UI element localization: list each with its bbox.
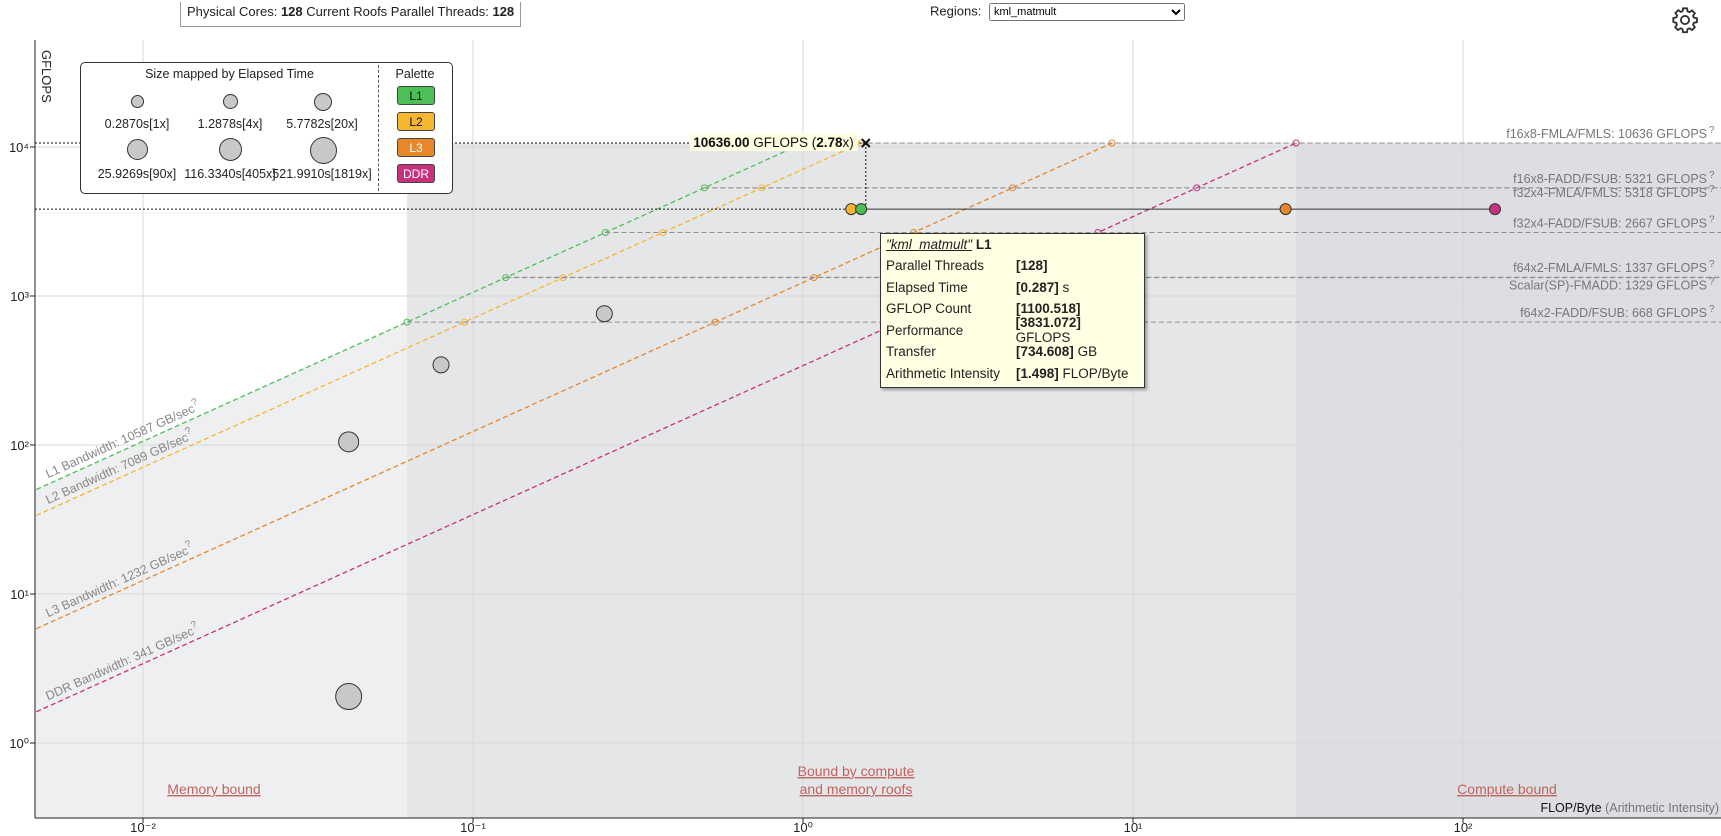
regions-label: Regions: [930,3,982,19]
palette-l2[interactable]: L2 [397,112,435,131]
tooltip-row: Performance [3831.072] GFLOPS [886,315,1139,346]
tooltip-header: "kml_matmult" L1 [886,237,1139,252]
tooltip-value: [1100.518] [1016,301,1081,317]
compute-roof-help-icon: ? [1709,277,1715,288]
compute-roof-help-icon: ? [1709,170,1715,181]
size-circle-1819x [310,137,337,164]
cores-info: Physical Cores: 128 Current Roofs Parall… [180,2,522,27]
size-label-4x: 1.2878s[4x] [197,117,263,131]
legend-divider [378,65,379,191]
tooltip-unit: GB [1077,344,1098,360]
tooltip-key: Transfer [886,344,936,360]
legend-title: Size mapped by Elapsed Time [145,67,314,81]
loop-point[interactable] [432,356,450,374]
tooltip-value: [1.498] [1016,365,1059,381]
shade-compute-region [1296,143,1721,818]
tooltip-unit: s [1062,279,1070,295]
peak-ratio-suffix: x) [843,135,854,150]
peak-label: 10636.00 GFLOPS (2.78x) [693,135,854,150]
compute-roof-help-icon: ? [1709,125,1715,136]
compute-roof-label: f64x2-FMLA/FMLS: 1337 GFLOPS [1513,261,1707,275]
tooltip-value: [734.608] [1016,344,1074,360]
compute-roof-label: f16x8-FMLA/FMLS: 10636 GFLOPS [1506,127,1707,141]
y-tick-label: 10⁰ [9,736,29,751]
peak-unit: GFLOPS ( [750,135,817,150]
compute-roof-help-icon: ? [1709,259,1715,270]
selected-point-l2[interactable] [845,203,858,216]
regions-control: Regions: kml_matmult [930,3,1185,21]
tooltip-unit: FLOP/Byte [1062,365,1129,381]
tooltip-region-name: "kml_matmult" [886,237,973,252]
size-label-1819x: 521.9910s[1819x] [272,167,372,181]
x-axis-label: FLOP/Byte (Arithmetic Intensity) [1540,801,1719,815]
compute-roof-label: f32x4-FMLA/FMLS: 5318 GFLOPS [1513,186,1707,200]
y-tick-label: 10³ [10,289,29,304]
tooltip-value: [0.287] [1016,279,1059,295]
size-label-1x: 0.2870s[1x] [104,117,170,131]
loop-point[interactable] [338,431,360,453]
cores-label: Physical Cores: [187,4,278,19]
x-tick-label: 10⁻² [130,820,156,835]
x-tick-label: 10⁰ [793,820,813,835]
tooltip-row: Arithmetic Intensity [1.498] FLOP/Byte [886,363,1139,385]
tooltip-key: Arithmetic Intensity [886,365,1001,381]
regions-select[interactable]: kml_matmult [988,3,1185,21]
palette-l1[interactable]: L1 [397,86,435,105]
tooltip-row: Parallel Threads [128] [886,255,1139,277]
tooltip-level: L1 [975,237,992,252]
memory-bound-label: Memory bound [167,781,260,797]
compute-memory-bound-label: Bound by compute [798,763,915,779]
tooltip-key: GFLOP Count [886,301,972,317]
x-tick-label: 10¹ [1124,820,1143,835]
tooltip-value: [3831.072] [1015,315,1081,331]
size-legend: Size mapped by Elapsed Time Palette 0.28… [80,62,453,194]
compute-roof-help-icon: ? [1709,184,1715,195]
peak-value: 10636.00 [693,135,749,150]
y-tick-label: 10¹ [10,587,29,602]
y-tick-label: 10² [10,438,29,453]
palette-title: Palette [395,67,435,81]
tooltip-key: Parallel Threads [886,258,985,274]
compute-roof-label: f64x2-FADD/FSUB: 668 GFLOPS [1520,306,1707,320]
loop-point[interactable] [335,683,363,711]
size-circle-1x [131,95,144,108]
compute-roof-help-icon: ? [1709,215,1715,226]
tooltip-key: Elapsed Time [886,279,968,295]
size-label-405x: 116.3340s[405x] [184,167,276,181]
size-circle-4x [223,94,238,109]
tooltip-value: [128] [1016,258,1048,274]
x-axis-label-paren: (Arithmetic Intensity) [1605,801,1719,815]
compute-roof-label: Scalar(SP)-FMADD: 1329 GFLOPS [1509,279,1707,293]
loop-point[interactable] [595,305,613,323]
size-circle-90x [127,139,148,160]
roofs-threads-value: 128 [492,4,515,19]
palette-l3[interactable]: L3 [397,138,435,157]
peak-ratio: 2.78 [816,135,843,150]
selected-point-l1[interactable] [855,203,868,216]
compute-bound-label: Compute bound [1457,781,1557,797]
selected-point-l3[interactable] [1279,203,1292,216]
y-tick-label: 10⁴ [9,140,29,155]
size-label-90x: 25.9269s[90x] [97,167,177,181]
tooltip-key: Performance [886,322,964,338]
tooltip-row: Elapsed Time [0.287] s [886,277,1139,299]
compute-memory-bound-label: and memory roofs [800,781,913,797]
compute-roof-label: f32x4-FADD/FSUB: 2667 GFLOPS [1513,217,1707,231]
compute-roof-label: f16x8-FADD/FSUB: 5321 GFLOPS [1513,172,1707,186]
size-circle-20x [314,93,332,111]
size-label-20x: 5.7782s[20x] [286,117,358,131]
point-tooltip: "kml_matmult" L1 Parallel Threads [128] E… [880,233,1145,388]
y-axis-label: GFLOPS [39,50,54,103]
compute-roof-help-icon: ? [1709,304,1715,315]
palette-ddr[interactable]: DDR [397,164,435,183]
x-axis-label-main: FLOP/Byte [1540,801,1605,815]
gear-icon[interactable] [1671,6,1699,34]
roofs-threads-label: Current Roofs Parallel Threads: [306,4,489,19]
x-tick-label: 10⁻¹ [460,820,486,835]
tooltip-unit: GFLOPS [1015,330,1071,346]
size-circle-405x [219,138,242,161]
cores-value: 128 [280,4,303,19]
x-tick-label: 10² [1454,820,1473,835]
selected-point-ddr[interactable] [1488,203,1501,216]
